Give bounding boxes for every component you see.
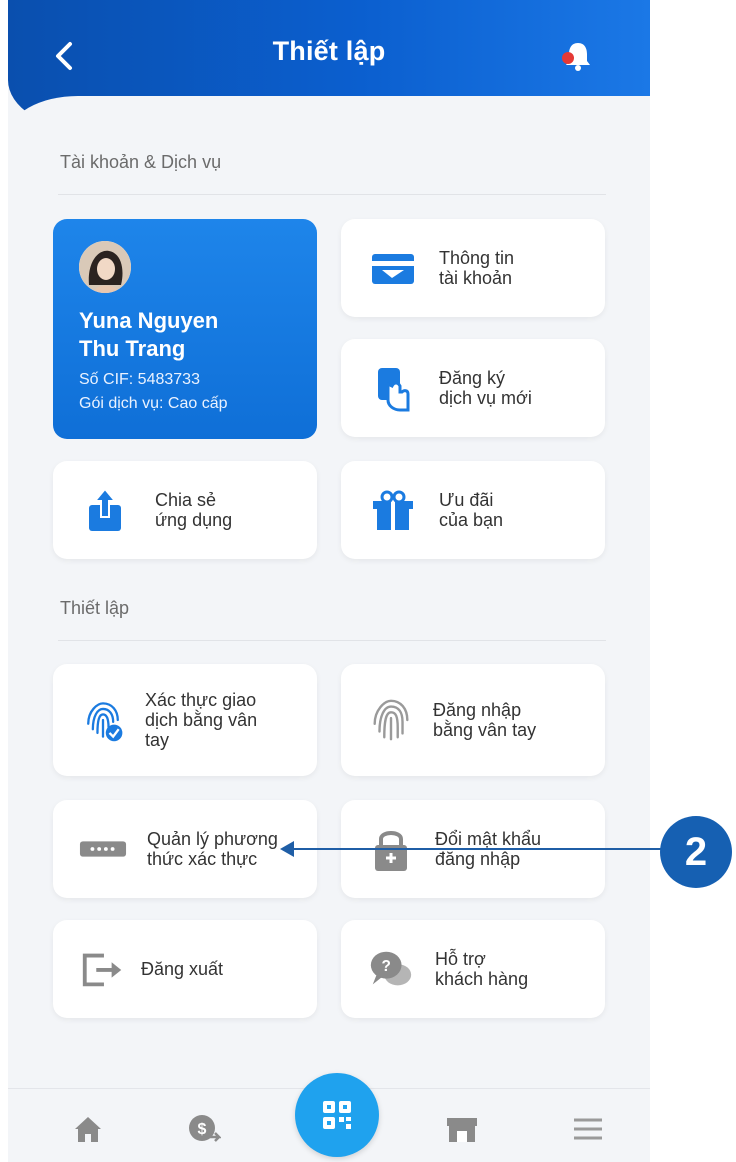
share-icon <box>81 486 129 534</box>
profile-package: Gói dịch vụ: Cao cấp <box>79 395 228 412</box>
profile-card[interactable]: Yuna Nguyen Thu Trang Số CIF: 5483733 Gó… <box>53 219 317 439</box>
profile-name: Yuna Nguyen Thu Trang <box>79 308 219 361</box>
svg-text:$: $ <box>198 1121 207 1138</box>
auth-methods-card[interactable]: Quản lý phương thức xác thực <box>53 800 317 898</box>
fingerprint-transaction-card[interactable]: Xác thực giao dịch bằng vân tay <box>53 664 317 776</box>
fingerprint-icon <box>367 696 415 744</box>
annotation-arrow-line <box>292 848 666 850</box>
fingerprint-login-label: Đăng nhập bằng vân tay <box>433 700 537 740</box>
logout-icon <box>79 945 127 993</box>
divider <box>58 640 606 641</box>
offers-card[interactable]: Ưu đãi của bạn <box>341 461 605 559</box>
fingerprint-login-card[interactable]: Đăng nhập bằng vân tay <box>341 664 605 776</box>
offers-label: Ưu đãi của bạn <box>439 490 504 530</box>
profile-cif: Số CIF: 5483733 <box>79 371 200 388</box>
nav-transfer[interactable]: $ <box>184 1109 224 1149</box>
fingerprint-check-icon <box>79 696 127 744</box>
annotation-arrow-head <box>280 841 294 857</box>
fingerprint-transaction-label: Xác thực giao dịch bằng vân tay <box>145 690 258 750</box>
section-label-account: Tài khoản & Dịch vụ <box>60 152 222 172</box>
menu-icon <box>574 1118 602 1140</box>
hand-tap-icon <box>369 364 417 412</box>
card-icon <box>369 244 417 292</box>
register-service-card[interactable]: Đăng ký dịch vụ mới <box>341 339 605 437</box>
support-card[interactable]: ? Hỗ trợ khách hàng <box>341 920 605 1018</box>
nav-home[interactable] <box>68 1109 108 1149</box>
account-info-card[interactable]: Thông tin tài khoản <box>341 219 605 317</box>
password-dots-icon <box>79 825 127 873</box>
nav-menu[interactable] <box>568 1109 608 1149</box>
svg-text:?: ? <box>382 958 391 975</box>
store-icon <box>447 1118 477 1142</box>
gift-icon <box>369 486 417 534</box>
qr-icon <box>323 1101 351 1129</box>
register-service-label: Đăng ký dịch vụ mới <box>439 368 532 408</box>
home-icon <box>75 1117 101 1142</box>
chat-help-icon: ? <box>367 945 415 993</box>
logout-card[interactable]: Đăng xuất <box>53 920 317 1018</box>
account-info-label: Thông tin tài khoản <box>439 248 515 288</box>
nav-store[interactable] <box>442 1109 482 1149</box>
logout-label: Đăng xuất <box>141 959 224 979</box>
qr-scan-button[interactable] <box>295 1073 379 1157</box>
support-label: Hỗ trợ khách hàng <box>435 949 529 989</box>
auth-methods-label: Quản lý phương thức xác thực <box>147 829 278 869</box>
share-app-label: Chia sẻ ứng dụng <box>155 490 233 530</box>
section-label-settings: Thiết lập <box>60 598 130 618</box>
step-number-badge: 2 <box>660 816 732 888</box>
notification-button[interactable] <box>558 36 598 76</box>
avatar <box>79 241 131 293</box>
page-title: Thiết lập <box>272 36 386 66</box>
share-app-card[interactable]: Chia sẻ ứng dụng <box>53 461 317 559</box>
settings-screen: Thiết lập Tài khoản & Dịch vụ Yuna Nguye… <box>8 0 650 1162</box>
bell-icon <box>562 43 590 71</box>
divider <box>58 194 606 195</box>
money-transfer-icon: $ <box>189 1115 221 1142</box>
header-curve <box>8 96 650 156</box>
